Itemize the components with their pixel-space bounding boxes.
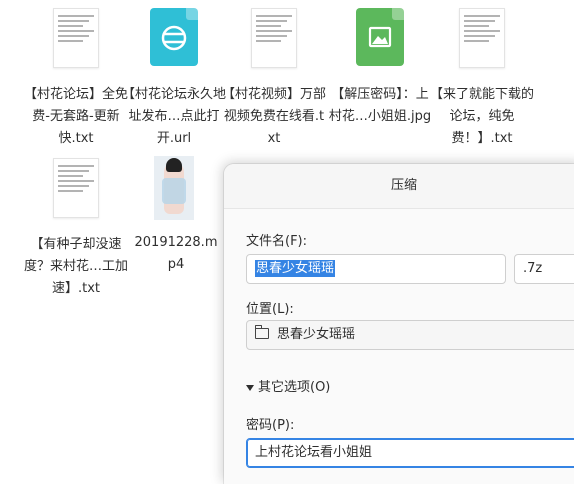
filename-selected-text: 思春少女瑶瑶 xyxy=(255,260,336,277)
file-item[interactable]: 【解压密码】：上村花…小姐姐.jpg xyxy=(326,8,434,128)
password-value: 上村花论坛看小姐姐 xyxy=(255,445,373,460)
dialog-title: 压缩 xyxy=(224,164,574,209)
image-file-icon xyxy=(356,8,404,66)
password-label: 密码(P): xyxy=(246,418,295,433)
file-name: 20191228.mp4 xyxy=(134,235,218,272)
file-item[interactable]: 【村花视频】万部视频免费在线看.txt xyxy=(220,8,328,150)
url-link-icon xyxy=(150,8,198,66)
text-file-icon xyxy=(53,8,99,68)
text-file-icon xyxy=(53,158,99,218)
file-name: 【村花视频】万部视频免费在线看.txt xyxy=(222,87,327,146)
filename-label: 文件名(F): xyxy=(246,234,308,249)
file-item[interactable]: 【村花论坛永久地址发布…点此打开.url xyxy=(120,8,228,150)
more-options-label: 其它选项(O) xyxy=(258,380,331,395)
password-input[interactable]: 上村花论坛看小姐姐 xyxy=(246,438,574,468)
file-name: 【来了就能下载的论坛，纯免费！】.txt xyxy=(430,87,535,146)
compress-dialog: 压缩 文件名(F): 思春少女瑶瑶 .7z 位置(L): 思春少女瑶瑶 其它选项… xyxy=(224,164,574,484)
file-name: 【村花论坛】全免费-无套路-更新快.txt xyxy=(24,87,129,146)
location-value: 思春少女瑶瑶 xyxy=(277,327,356,342)
more-options-expander[interactable]: 其它选项(O) xyxy=(246,376,330,395)
video-thumbnail xyxy=(154,156,194,220)
location-label: 位置(L): xyxy=(246,302,294,317)
location-button[interactable]: 思春少女瑶瑶 xyxy=(246,320,574,350)
file-name: 【解压密码】：上村花…小姐姐.jpg xyxy=(328,87,432,124)
file-item[interactable]: 【有种子却没速度？来村花…工加速】.txt xyxy=(22,158,130,300)
file-item[interactable]: 【来了就能下载的论坛，纯免费！】.txt xyxy=(428,8,536,150)
text-file-icon xyxy=(459,8,505,68)
file-item[interactable]: 20191228.mp4 xyxy=(120,156,228,276)
file-name: 【有种子却没速度？来村花…工加速】.txt xyxy=(24,237,129,296)
text-file-icon xyxy=(251,8,297,68)
file-item[interactable]: 【村花论坛】全免费-无套路-更新快.txt xyxy=(22,8,130,150)
filename-input[interactable]: 思春少女瑶瑶 xyxy=(246,254,506,284)
folder-icon xyxy=(254,325,269,339)
expander-arrow-icon xyxy=(246,384,254,391)
extension-value: .7z xyxy=(523,261,543,276)
extension-dropdown[interactable]: .7z xyxy=(514,254,574,284)
file-name: 【村花论坛永久地址发布…点此打开.url xyxy=(122,87,227,146)
